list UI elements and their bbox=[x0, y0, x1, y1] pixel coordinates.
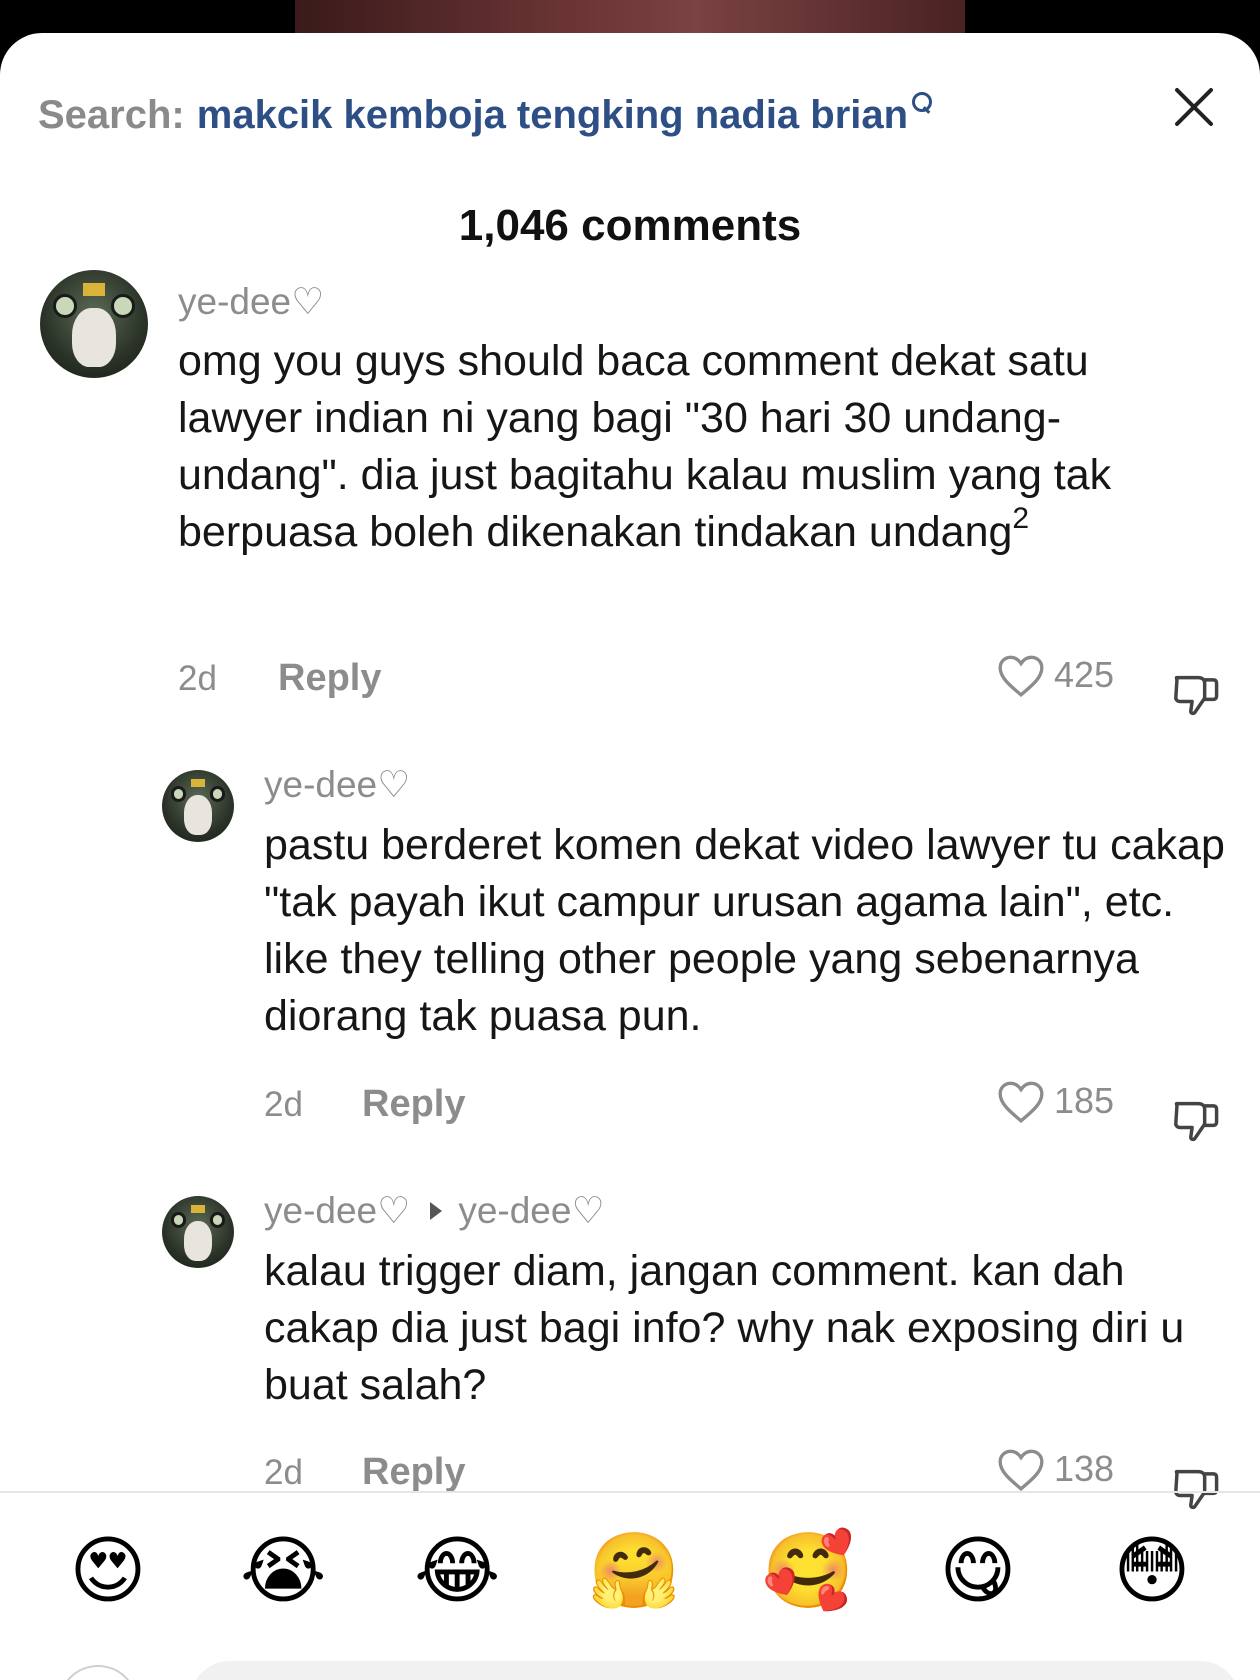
comment-time: 2d bbox=[264, 1453, 303, 1492]
emoji-yum[interactable]: 😋 bbox=[936, 1529, 1020, 1613]
dislike-icon[interactable] bbox=[1170, 1095, 1222, 1152]
reply-to-username[interactable]: ye-dee♡ bbox=[458, 1189, 604, 1232]
comment-username[interactable]: ye-dee♡ bbox=[178, 280, 324, 323]
reply-button[interactable]: Reply bbox=[362, 1083, 465, 1126]
like-count: 138 bbox=[1054, 1448, 1115, 1489]
comment-text: kalau trigger diam, jangan comment. kan … bbox=[264, 1247, 1185, 1409]
like-count: 425 bbox=[1054, 654, 1115, 695]
avatar[interactable] bbox=[162, 1196, 234, 1268]
close-icon[interactable] bbox=[1170, 83, 1218, 131]
comment-text: pastu berderet komen dekat video lawyer … bbox=[264, 821, 1225, 1040]
like-count: 185 bbox=[1054, 1080, 1115, 1121]
dislike-icon[interactable] bbox=[1170, 669, 1222, 726]
like-button[interactable]: 425 bbox=[996, 651, 1114, 699]
like-button[interactable]: 185 bbox=[996, 1077, 1114, 1125]
comment-username[interactable]: ye-dee♡ bbox=[264, 763, 410, 806]
reply-arrow-icon bbox=[430, 1201, 443, 1220]
video-background bbox=[295, 0, 965, 34]
like-button[interactable]: 138 bbox=[996, 1445, 1114, 1493]
divider bbox=[0, 1491, 1260, 1493]
comment-time: 2d bbox=[178, 659, 217, 698]
reply-button[interactable]: Reply bbox=[278, 657, 381, 700]
comments-count: 1,046 comments bbox=[458, 201, 802, 250]
emoji-heart-eyes[interactable]: 😍 bbox=[66, 1529, 150, 1613]
emoji-quick-bar: 😍 😭 😂 🤗 🥰 😋 😳 bbox=[0, 1529, 1260, 1629]
avatar[interactable] bbox=[162, 770, 234, 842]
heart-icon bbox=[998, 655, 1044, 697]
comment-username[interactable]: ye-dee♡ bbox=[264, 1189, 410, 1232]
emoji-tears-of-joy[interactable]: 😂 bbox=[414, 1529, 500, 1613]
search-icon bbox=[910, 90, 933, 112]
reply-button[interactable]: Reply bbox=[362, 1451, 465, 1494]
emoji-flushed[interactable]: 😳 bbox=[1110, 1529, 1194, 1613]
comment-text: omg you guys should baca comment dekat s… bbox=[178, 337, 1112, 556]
heart-icon bbox=[998, 1449, 1044, 1491]
emoji-smiling-hearts[interactable]: 🥰 bbox=[762, 1529, 854, 1613]
emoji-crying[interactable]: 😭 bbox=[240, 1529, 326, 1613]
comment-time: 2d bbox=[264, 1085, 303, 1124]
comments-sheet: Search: makcik kemboja tengking nadia br… bbox=[0, 33, 1260, 1680]
avatar[interactable] bbox=[40, 270, 148, 378]
search-suggestion[interactable]: Search: makcik kemboja tengking nadia br… bbox=[38, 85, 1260, 145]
user-avatar bbox=[58, 1665, 138, 1680]
comment-username-reply-chain: ye-dee♡ ye-dee♡ bbox=[264, 1189, 605, 1232]
heart-icon bbox=[998, 1081, 1044, 1123]
search-label: Search: bbox=[38, 92, 185, 137]
comment-input[interactable] bbox=[190, 1661, 1240, 1680]
search-query-link[interactable]: makcik kemboja tengking nadia brian bbox=[197, 93, 908, 138]
emoji-hugging[interactable]: 🤗 bbox=[588, 1529, 680, 1613]
